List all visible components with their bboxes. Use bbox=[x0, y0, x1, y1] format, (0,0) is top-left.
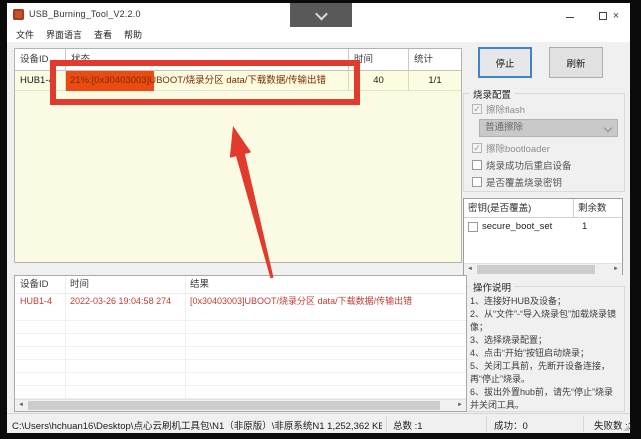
scrollbar-thumb[interactable] bbox=[477, 265, 595, 274]
instruction-line: 5、关闭工具前，先断开设备连接，再“停止”烧录。 bbox=[470, 360, 620, 386]
status-bar: C:\Users\hchuan16\Desktop\点心云刷机工具包\N1（非原… bbox=[7, 413, 630, 433]
refresh-button[interactable]: 刷新 bbox=[549, 47, 603, 78]
scrollbar-thumb[interactable] bbox=[28, 401, 440, 410]
log-result: [0x30403003]UBOOT/烧录分区 data/下载数据/传输出错 bbox=[185, 294, 445, 308]
column-divider bbox=[185, 276, 186, 399]
menu-file[interactable]: 文件 bbox=[11, 25, 39, 44]
instruction-line: 3、选择烧录配置； bbox=[470, 334, 620, 347]
log-hscrollbar[interactable]: ◄ ► bbox=[15, 399, 466, 411]
col-remaining[interactable]: 剩余数 bbox=[574, 199, 622, 217]
annotation-rectangle bbox=[50, 60, 360, 105]
app-window: USB_Burning_Tool_V2.2.0 文件 界面语言 查看 帮助 × … bbox=[7, 3, 630, 433]
instructions-title: 操作说明 bbox=[470, 280, 514, 294]
screenshot-frame: USB_Burning_Tool_V2.2.0 文件 界面语言 查看 帮助 × … bbox=[0, 0, 641, 439]
erase-flash-label: 擦除flash bbox=[486, 102, 525, 116]
erase-bootloader-option: ✓ 擦除bootloader bbox=[472, 141, 550, 155]
col-stats[interactable]: 统计 bbox=[409, 49, 461, 71]
menu-language[interactable]: 界面语言 bbox=[41, 25, 87, 44]
log-col-result[interactable]: 结果 bbox=[185, 276, 450, 293]
erase-mode-value: 普通擦除 bbox=[485, 122, 523, 133]
screen-capture-dropdown-button[interactable] bbox=[290, 3, 352, 27]
log-device-id: HUB1-4 bbox=[15, 294, 65, 308]
scroll-left-icon[interactable]: ◄ bbox=[15, 400, 27, 411]
key-row[interactable]: secure_boot_set bbox=[464, 218, 622, 235]
chevron-down-icon bbox=[604, 124, 612, 132]
minimize-button[interactable] bbox=[559, 3, 581, 28]
log-col-time[interactable]: 时间 bbox=[65, 276, 185, 293]
status-total: 总数 :1 bbox=[393, 418, 423, 432]
chevron-down-icon bbox=[315, 7, 328, 20]
instructions-text: 1、连接好HUB及设备； 2、从“文件”-“导入烧录包”加载烧录镜像； 3、选择… bbox=[470, 295, 620, 412]
checkbox-reboot-after[interactable] bbox=[472, 160, 482, 170]
log-table: 设备ID 时间 结果 HUB1-4 2022-03-26 19:04:58 27… bbox=[14, 275, 467, 412]
erase-bootloader-label: 擦除bootloader bbox=[486, 141, 550, 155]
instruction-line: 6、拔出外置hub前，请先“停止”烧录并关闭工具。 bbox=[470, 386, 620, 412]
overwrite-key-label: 是否覆盖烧录密钥 bbox=[486, 175, 562, 189]
key-table-header: 密钥(是否覆盖) 剩余数 bbox=[464, 199, 622, 218]
log-time: 2022-03-26 19:04:58 274 bbox=[65, 294, 185, 308]
erase-mode-dropdown: 普通擦除 bbox=[479, 119, 618, 137]
app-icon bbox=[13, 9, 24, 20]
scroll-left-icon[interactable]: ◄ bbox=[464, 264, 476, 275]
checkbox-secure-boot-set[interactable] bbox=[468, 222, 478, 232]
stats-cell: 1/1 bbox=[409, 71, 461, 91]
stop-button-label: 停止 bbox=[495, 56, 514, 70]
checkbox-erase-flash: ✓ bbox=[472, 104, 482, 114]
checkbox-erase-bootloader: ✓ bbox=[472, 143, 482, 153]
col-key[interactable]: 密钥(是否覆盖) bbox=[464, 199, 574, 217]
refresh-button-label: 刷新 bbox=[566, 56, 585, 70]
instructions-group: 操作说明 1、连接好HUB及设备； 2、从“文件”-“导入烧录包”加载烧录镜像；… bbox=[463, 286, 625, 412]
divider bbox=[386, 416, 387, 432]
minimize-icon bbox=[566, 17, 574, 18]
check-icon: ✓ bbox=[473, 104, 481, 114]
resize-grip-icon[interactable]: ◢ bbox=[623, 423, 629, 432]
empty-log-rows bbox=[15, 308, 466, 399]
divider bbox=[486, 416, 487, 432]
status-success: 成功：0 bbox=[494, 418, 528, 432]
menu-view[interactable]: 查看 bbox=[89, 25, 117, 44]
erase-flash-option: ✓ 擦除flash bbox=[472, 102, 525, 116]
window-title: USB_Burning_Tool_V2.2.0 bbox=[29, 9, 141, 19]
burn-config-group: 烧录配置 ✓ 擦除flash 普通擦除 ✓ 擦除bootloader 烧录成功后… bbox=[463, 93, 625, 192]
instruction-line: 1、连接好HUB及设备； bbox=[470, 295, 620, 308]
burn-config-title: 烧录配置 bbox=[470, 87, 514, 101]
reboot-after-label: 烧录成功后重启设备 bbox=[486, 158, 572, 172]
divider bbox=[583, 416, 584, 432]
instruction-line: 4、点击“开始”按钮启动烧录； bbox=[470, 347, 620, 360]
scroll-right-icon[interactable]: ► bbox=[610, 264, 622, 275]
menu-bar: 文件 界面语言 查看 帮助 bbox=[11, 25, 147, 44]
reboot-after-option[interactable]: 烧录成功后重启设备 bbox=[472, 158, 572, 172]
overwrite-key-option[interactable]: 是否覆盖烧录密钥 bbox=[472, 175, 562, 189]
log-row[interactable]: HUB1-4 2022-03-26 19:04:58 274 [0x304030… bbox=[15, 294, 466, 308]
check-icon: ✓ bbox=[473, 143, 481, 153]
instruction-line: 2、从“文件”-“导入烧录包”加载烧录镜像； bbox=[470, 308, 620, 334]
close-button[interactable]: × bbox=[605, 3, 627, 28]
scroll-right-icon[interactable]: ► bbox=[454, 400, 466, 411]
log-table-header: 设备ID 时间 结果 bbox=[15, 276, 466, 294]
log-col-device-id[interactable]: 设备ID bbox=[15, 276, 65, 293]
checkbox-overwrite-key[interactable] bbox=[472, 177, 482, 187]
close-icon: × bbox=[613, 10, 619, 22]
key-remaining-value: 1 bbox=[582, 221, 587, 232]
key-table-hscrollbar[interactable]: ◄ ► bbox=[464, 263, 622, 275]
key-table: 密钥(是否覆盖) 剩余数 secure_boot_set 1 ◄ ► bbox=[463, 198, 623, 275]
column-divider bbox=[65, 276, 66, 399]
menu-help[interactable]: 帮助 bbox=[119, 25, 147, 44]
stop-button[interactable]: 停止 bbox=[478, 47, 532, 78]
key-name: secure_boot_set bbox=[482, 221, 552, 232]
status-file-path: C:\Users\hchuan16\Desktop\点心云刷机工具包\N1（非原… bbox=[12, 418, 382, 432]
